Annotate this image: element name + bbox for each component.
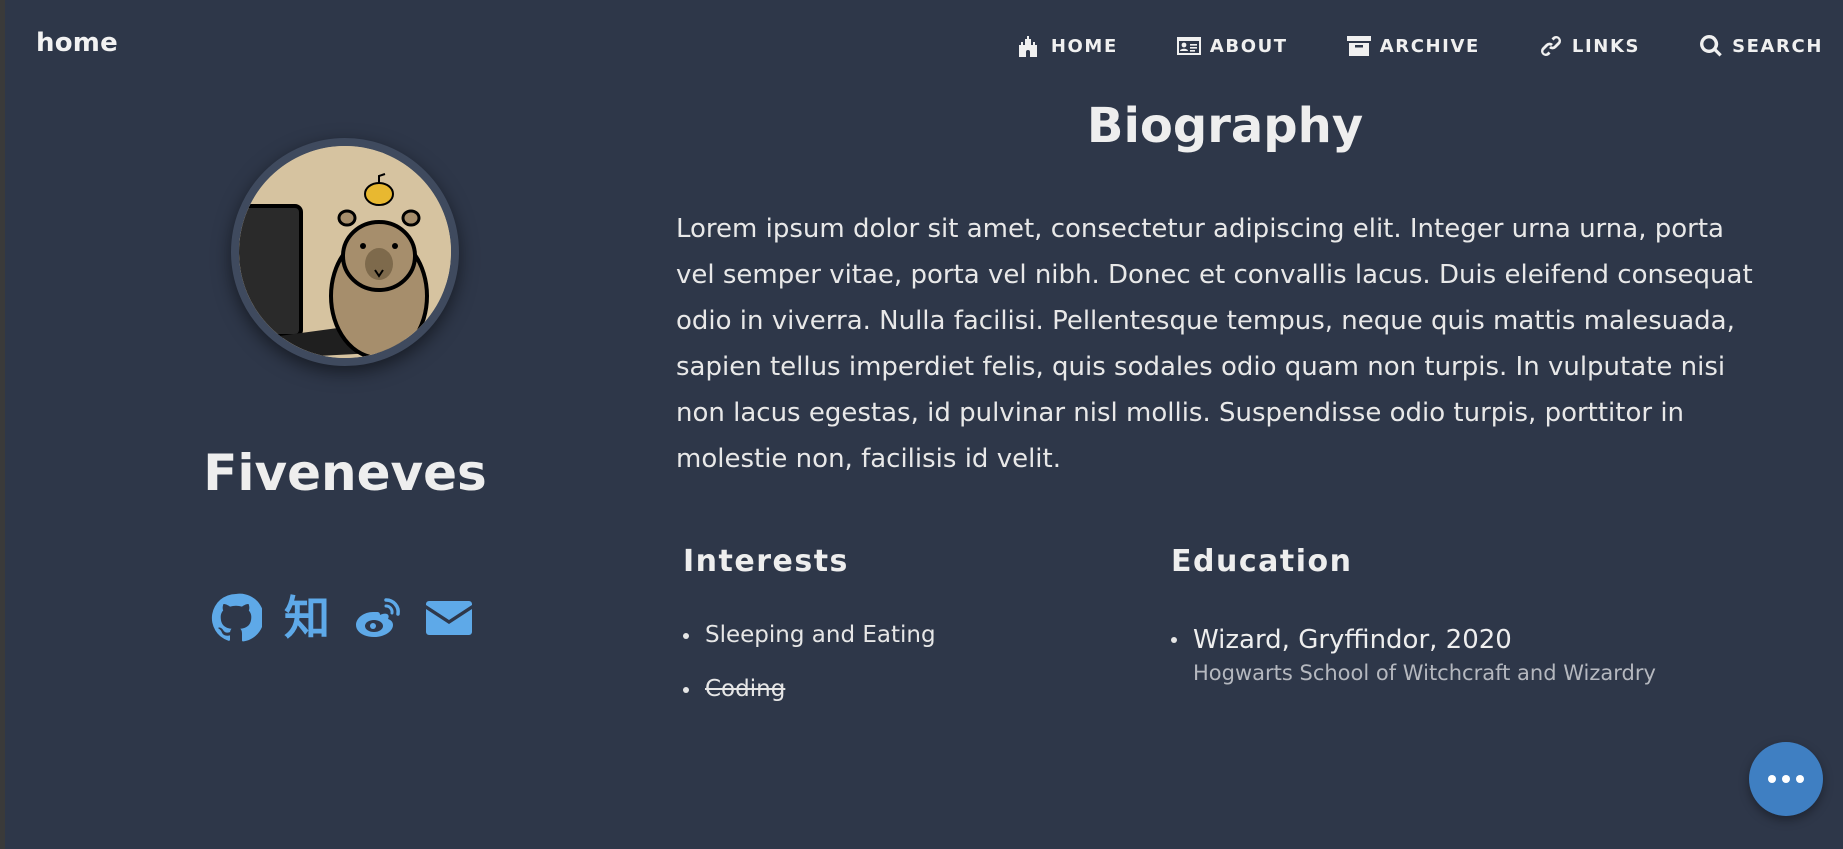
profile-name: Fiveneves [203, 444, 487, 502]
github-link[interactable] [210, 592, 262, 644]
avatar [231, 138, 459, 366]
social-links: 知 [210, 592, 494, 644]
list-item: Wizard, Gryffindor, 2020 Hogwarts School… [1171, 624, 1656, 690]
education-title: Education [1171, 544, 1353, 579]
brand-link[interactable]: home [36, 28, 118, 58]
id-card-icon [1176, 37, 1201, 55]
nav-archive-label: ARCHIVE [1379, 35, 1480, 57]
github-icon [211, 593, 262, 642]
email-link[interactable] [423, 592, 475, 644]
ellipsis-icon [1796, 775, 1804, 783]
list-item: Sleeping and Eating [683, 620, 936, 650]
nav-home[interactable]: HOME [1017, 32, 1118, 60]
weibo-icon [356, 598, 400, 637]
interests-title: Interests [683, 544, 849, 579]
interest-label: Sleeping and Eating [705, 622, 936, 648]
biography-text: Lorem ipsum dolor sit amet, consectetur … [676, 214, 1753, 474]
ellipsis-icon [1782, 775, 1790, 783]
nav-search[interactable]: SEARCH [1698, 32, 1823, 60]
zhihu-icon: 知 [284, 591, 330, 645]
nav-archive[interactable]: ARCHIVE [1346, 32, 1480, 60]
nav-links[interactable]: LINKS [1538, 32, 1640, 60]
link-icon [1540, 36, 1561, 56]
ellipsis-icon [1768, 775, 1776, 783]
nav-links-label: LINKS [1571, 35, 1641, 57]
archive-box-icon [1346, 36, 1371, 56]
interest-label: Coding [705, 676, 786, 702]
education-school: Hogwarts School of Witchcraft and Wizard… [1193, 661, 1656, 685]
site-header: home HOME ABOUT ARCHIVE LINKS SEARCH [0, 0, 1843, 92]
nav-home-label: HOME [1050, 35, 1118, 57]
main-nav: HOME ABOUT ARCHIVE LINKS SEARCH [959, 32, 1823, 60]
capybara-avatar-image [239, 146, 451, 358]
list-item: Coding [683, 674, 936, 704]
nav-search-label: SEARCH [1732, 35, 1823, 57]
education-degree: Wizard, Gryffindor, 2020 [1193, 625, 1512, 655]
weibo-link[interactable] [352, 592, 404, 644]
nav-about-label: ABOUT [1209, 35, 1288, 57]
nav-about[interactable]: ABOUT [1176, 32, 1288, 60]
education-list: Wizard, Gryffindor, 2020 Hogwarts School… [1171, 624, 1656, 690]
more-options-button[interactable] [1749, 742, 1823, 816]
profile-column: Fiveneves 知 [0, 92, 690, 742]
email-icon [426, 601, 472, 635]
biography-title: Biography [1086, 98, 1364, 154]
zhihu-link[interactable]: 知 [281, 592, 333, 644]
interests-list: Sleeping and Eating Coding [683, 620, 936, 728]
search-icon [1700, 34, 1722, 57]
castle-icon [1018, 36, 1037, 57]
